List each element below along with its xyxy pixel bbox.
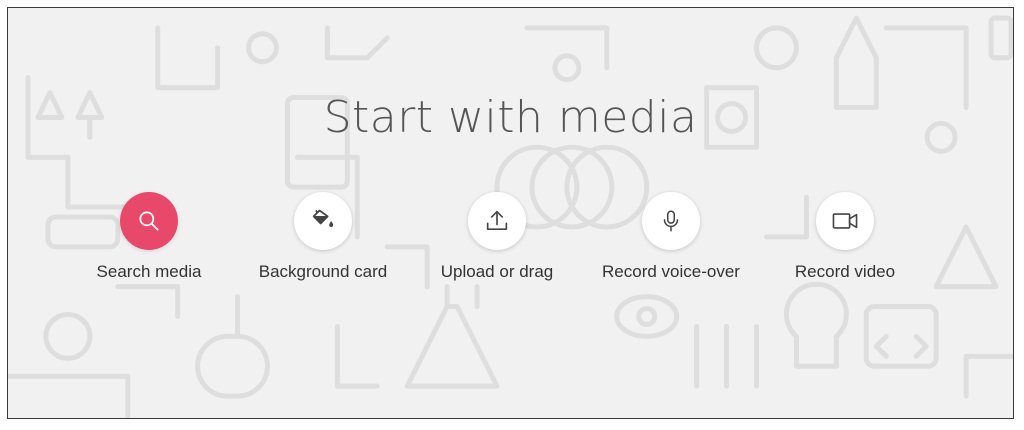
upload-label: Upload or drag: [440, 262, 554, 281]
record-video-label: Record video: [794, 262, 896, 281]
search-media-label: Search media: [96, 262, 202, 281]
record-voice-over-circle[interactable]: [642, 192, 700, 250]
page-title: Start with media: [323, 92, 698, 143]
search-icon: [136, 208, 162, 234]
upload-icon: [483, 207, 511, 235]
record-video-circle[interactable]: [816, 192, 874, 250]
background-card-circle[interactable]: [294, 192, 352, 250]
search-media-circle[interactable]: [120, 192, 178, 250]
paint-bucket-icon: [309, 207, 337, 235]
search-media-button[interactable]: Search media: [59, 192, 239, 282]
start-with-media-panel: Start with media Search media Background…: [7, 7, 1014, 419]
upload-circle[interactable]: [468, 192, 526, 250]
record-video-button[interactable]: Record video: [755, 192, 935, 282]
background-card-button[interactable]: Background card: [233, 192, 413, 282]
video-camera-icon: [830, 208, 860, 234]
record-voice-over-label: Record voice-over: [602, 262, 740, 281]
record-voice-over-button[interactable]: Record voice-over: [581, 192, 761, 282]
upload-button[interactable]: Upload or drag: [407, 192, 587, 282]
microphone-icon: [658, 208, 684, 234]
media-action-row: Search media Background card Upload or d…: [8, 192, 1013, 302]
background-card-label: Background card: [258, 262, 388, 281]
